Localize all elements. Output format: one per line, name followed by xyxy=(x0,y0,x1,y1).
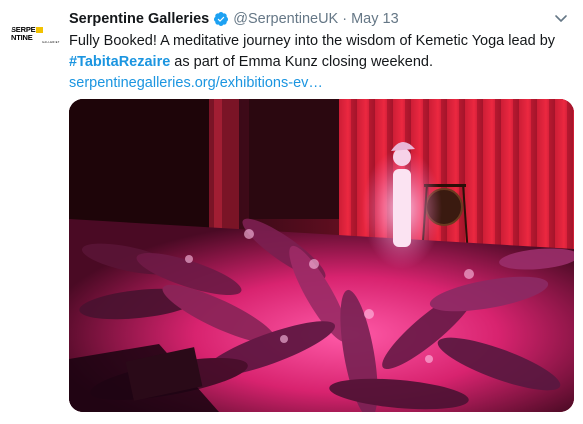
tweet-photo[interactable] xyxy=(69,99,574,412)
tweet-text-line2: #TabitaRezaire as part of Emma Kunz clos… xyxy=(69,52,569,73)
verified-badge-icon xyxy=(214,12,229,26)
author-handle[interactable]: @SerpentineUK xyxy=(233,11,338,27)
tweet-text-line2-rest: as part of Emma Kunz closing weekend. xyxy=(170,54,434,70)
hashtag-link[interactable]: #TabitaRezaire xyxy=(69,54,170,70)
tweet-header: Serpentine Galleries @SerpentineUK · May… xyxy=(69,9,399,29)
logo-sub: GALLERIES xyxy=(41,41,60,45)
avatar[interactable]: SERPENTINE GALLERIES xyxy=(11,11,60,60)
tweet-date[interactable]: May 13 xyxy=(351,11,399,27)
tweet-text-line1: Fully Booked! A meditative journey into … xyxy=(69,33,556,49)
author-name[interactable]: Serpentine Galleries xyxy=(69,11,209,27)
logo-right: NTINE xyxy=(11,32,33,42)
tweet-card[interactable]: SERPENTINE GALLERIES Serpentine Gallerie… xyxy=(0,0,583,424)
chevron-down-icon[interactable] xyxy=(553,10,569,26)
header-separator: · xyxy=(342,11,348,27)
tweet-text: Fully Booked! A meditative journey into … xyxy=(69,31,569,94)
photo-image xyxy=(69,99,574,412)
avatar-logo: SERPENTINE GALLERIES xyxy=(11,26,60,45)
url-link[interactable]: serpentinegalleries.org/exhibitions-ev… xyxy=(69,73,569,94)
logo-dot xyxy=(36,27,44,34)
